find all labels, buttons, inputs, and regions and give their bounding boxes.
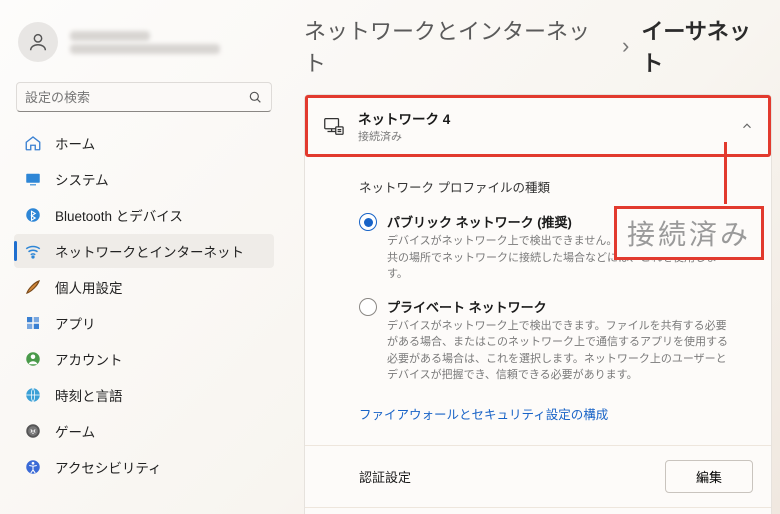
main-content: ネットワークとインターネット › イーサネット ネットワーク 4 接続済み ネッ… <box>282 0 780 514</box>
sidebar-item-time[interactable]: 時刻と言語 <box>14 378 274 412</box>
breadcrumb-separator: › <box>622 33 629 59</box>
metered-row[interactable]: 従量制課金接続 このネットワークに接続している場合、データ使用量を減らすためにア… <box>305 507 771 514</box>
breadcrumb: ネットワークとインターネット › イーサネット <box>304 14 772 78</box>
edit-button[interactable]: 編集 <box>665 460 753 493</box>
sidebar-item-bluetooth[interactable]: Bluetooth とデバイス <box>14 198 274 232</box>
gaming-icon <box>24 422 42 440</box>
wifi-icon <box>24 242 42 260</box>
chevron-up-icon <box>740 119 754 133</box>
account-icon <box>24 350 42 368</box>
nav-label: ネットワークとインターネット <box>55 241 244 261</box>
firewall-link[interactable]: ファイアウォールとセキュリティ設定の構成 <box>359 404 608 423</box>
nav-label: 時刻と言語 <box>55 385 123 405</box>
network-name: ネットワーク 4 <box>358 108 450 128</box>
radio-public-indicator[interactable] <box>359 213 377 231</box>
accessibility-icon <box>24 458 42 476</box>
private-title: プライベート ネットワーク <box>387 297 737 316</box>
user-name-placeholder <box>70 28 220 57</box>
network-header-row[interactable]: ネットワーク 4 接続済み <box>305 95 771 157</box>
nav-label: 個人用設定 <box>55 277 123 297</box>
nav-list: ホーム システム Bluetooth とデバイス ネットワークとインターネット … <box>12 126 276 484</box>
network-status: 接続済み <box>358 128 450 144</box>
auth-label: 認証設定 <box>359 467 474 486</box>
ethernet-icon <box>322 115 344 137</box>
ethernet-panel: ネットワーク 4 接続済み ネットワーク プロファイルの種類 パブリック ネット… <box>304 94 772 514</box>
nav-label: ゲーム <box>55 421 95 441</box>
sidebar: ホーム システム Bluetooth とデバイス ネットワークとインターネット … <box>0 0 282 514</box>
brush-icon <box>24 278 42 296</box>
sidebar-item-home[interactable]: ホーム <box>14 126 274 160</box>
search-input[interactable] <box>25 90 247 105</box>
sidebar-item-accessibility[interactable]: アクセシビリティ <box>14 450 274 484</box>
profile-heading: ネットワーク プロファイルの種類 <box>359 177 751 196</box>
annotation-callout: 接続済み <box>614 206 764 260</box>
sidebar-item-apps[interactable]: アプリ <box>14 306 274 340</box>
nav-label: アプリ <box>55 313 96 333</box>
system-icon <box>24 170 42 188</box>
nav-label: ホーム <box>55 133 95 153</box>
private-desc: デバイスがネットワーク上で検出できます。ファイルを共有する必要がある場合、または… <box>387 318 737 384</box>
radio-private[interactable]: プライベート ネットワーク デバイスがネットワーク上で検出できます。ファイルを共… <box>359 297 751 384</box>
breadcrumb-current: イーサネット <box>641 14 772 78</box>
breadcrumb-parent[interactable]: ネットワークとインターネット <box>304 14 610 78</box>
user-account-row[interactable] <box>12 10 276 78</box>
auth-settings-row[interactable]: 認証設定 編集 <box>305 445 771 507</box>
nav-label: Bluetooth とデバイス <box>55 205 183 225</box>
apps-icon <box>24 314 42 332</box>
radio-private-indicator[interactable] <box>359 298 377 316</box>
sidebar-item-network[interactable]: ネットワークとインターネット <box>14 234 274 268</box>
nav-label: アクセシビリティ <box>55 457 162 477</box>
nav-label: アカウント <box>55 349 123 369</box>
annotation-line <box>724 142 727 204</box>
bluetooth-icon <box>24 206 42 224</box>
profile-section: ネットワーク プロファイルの種類 パブリック ネットワーク (推奨) デバイスが… <box>305 157 771 445</box>
sidebar-item-personalization[interactable]: 個人用設定 <box>14 270 274 304</box>
sidebar-item-accounts[interactable]: アカウント <box>14 342 274 376</box>
avatar <box>18 22 58 62</box>
sidebar-item-system[interactable]: システム <box>14 162 274 196</box>
globe-icon <box>24 386 42 404</box>
nav-label: システム <box>55 169 109 189</box>
search-icon <box>247 89 263 105</box>
home-icon <box>24 134 42 152</box>
sidebar-item-gaming[interactable]: ゲーム <box>14 414 274 448</box>
search-input-wrap[interactable] <box>16 82 272 112</box>
